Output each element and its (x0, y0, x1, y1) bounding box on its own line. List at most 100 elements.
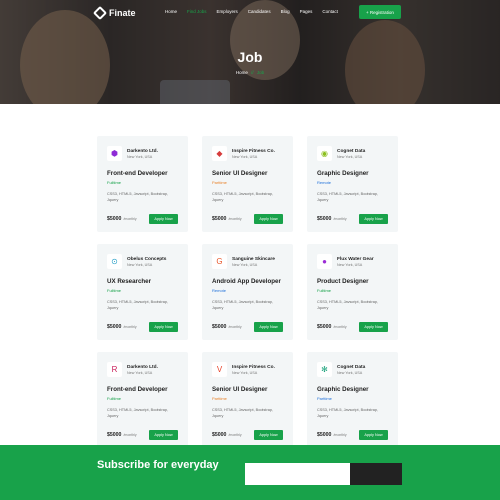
company-logo: ⊙ (107, 254, 122, 269)
card-footer: $5000/monthly Apply Now (107, 322, 178, 332)
company-logo: ⬢ (107, 146, 122, 161)
job-skills: CSS3, HTML5, Javscript, Bootstrap, Jquer… (317, 408, 378, 418)
company-name[interactable]: Obelus Concepts (127, 257, 166, 262)
card-header: ◉ Cognet Data New York, USA (317, 146, 388, 161)
job-card[interactable]: ✻ Cognet Data New York, USA Graphic Desi… (307, 352, 398, 448)
job-skills: CSS3, HTML5, Javscript, Bootstrap, Jquer… (317, 192, 378, 202)
company-logo: V (212, 362, 227, 377)
job-type-badge: Fulltime (107, 180, 122, 185)
job-title[interactable]: Senior UI Designer (212, 170, 283, 177)
card-header: ◆ Inspire Fitness Co. New York, USA (212, 146, 283, 161)
apply-now-button[interactable]: Apply Now (149, 214, 178, 224)
snowflake-logo-icon: ✻ (321, 364, 328, 374)
salary-period: /monthly (123, 325, 137, 329)
card-footer: $5000/monthly Apply Now (212, 430, 283, 440)
job-type-badge: Fulltime (317, 288, 332, 293)
card-header: V Inspire Fitness Co. New York, USA (212, 362, 283, 377)
company-name[interactable]: Cognet Data (337, 149, 365, 154)
job-title[interactable]: Graphic Designer (317, 386, 388, 393)
company-name[interactable]: Inspire Fitness Co. (232, 365, 275, 370)
breadcrumb-separator: // (251, 70, 254, 75)
hexagon-logo-icon: ⬢ (111, 148, 118, 158)
company-info: Inspire Fitness Co. New York, USA (232, 149, 275, 159)
nav-item-candidates[interactable]: Candidates (248, 9, 271, 14)
company-name[interactable]: Darkento Ltd. (127, 365, 158, 370)
job-title[interactable]: Front-end Developer (107, 170, 178, 177)
card-header: G Sanguine Skincare New York, USA (212, 254, 283, 269)
circle-logo-icon: ◉ (321, 148, 328, 158)
company-info: Cognet Data New York, USA (337, 365, 365, 375)
salary-amount: $5000 (107, 216, 122, 222)
apply-now-button[interactable]: Apply Now (359, 214, 388, 224)
card-header: R Darkento Ltd. New York, USA (107, 362, 178, 377)
job-card[interactable]: ⬢ Darkento Ltd. New York, USA Front-end … (97, 136, 188, 232)
salary: $5000/monthly (107, 324, 137, 330)
apply-now-button[interactable]: Apply Now (149, 322, 178, 332)
salary-period: /monthly (123, 217, 137, 221)
nav-item-home[interactable]: Home (165, 9, 177, 14)
registration-button[interactable]: + Registration (359, 5, 401, 19)
job-title[interactable]: Front-end Developer (107, 386, 178, 393)
subscribe-button[interactable] (350, 463, 402, 485)
job-title[interactable]: UX Researcher (107, 278, 178, 285)
nav-item-contact[interactable]: Contact (322, 9, 338, 14)
nav-item-find-jobs[interactable]: Find Jobs (187, 9, 207, 14)
subscribe-email-input[interactable] (245, 463, 350, 485)
nav-item-pages[interactable]: Pages (300, 9, 313, 14)
job-title[interactable]: Graphic Designer (317, 170, 388, 177)
apply-now-button[interactable]: Apply Now (254, 214, 283, 224)
card-header: ✻ Cognet Data New York, USA (317, 362, 388, 377)
card-footer: $5000/monthly Apply Now (317, 322, 388, 332)
subscribe-title: Subscribe for everyday (97, 459, 219, 471)
salary-amount: $5000 (317, 432, 332, 438)
apply-now-button[interactable]: Apply Now (359, 430, 388, 440)
job-card[interactable]: ◉ Cognet Data New York, USA Graphic Desi… (307, 136, 398, 232)
job-type-badge: Parttime (317, 396, 332, 401)
f-letter-logo-icon: ● (322, 256, 327, 266)
salary-amount: $5000 (212, 324, 227, 330)
salary-amount: $5000 (317, 216, 332, 222)
job-title[interactable]: Android App Developer (212, 278, 283, 285)
site-logo[interactable]: Finate (92, 5, 136, 21)
logo-text: Finate (109, 8, 136, 18)
company-location: New York, USA (232, 370, 258, 375)
apply-now-button[interactable]: Apply Now (359, 322, 388, 332)
company-location: New York, USA (127, 154, 153, 159)
apply-now-button[interactable]: Apply Now (254, 322, 283, 332)
job-grid: ⬢ Darkento Ltd. New York, USA Front-end … (97, 136, 403, 448)
card-footer: $5000/monthly Apply Now (107, 430, 178, 440)
company-logo: ◉ (317, 146, 332, 161)
company-name[interactable]: Sanguine Skincare (232, 257, 275, 262)
job-card[interactable]: R Darkento Ltd. New York, USA Front-end … (97, 352, 188, 448)
job-title[interactable]: Product Designer (317, 278, 388, 285)
job-card[interactable]: ⊙ Obelus Concepts New York, USA UX Resea… (97, 244, 188, 340)
job-type-badge: Fulltime (107, 396, 122, 401)
company-name[interactable]: Inspire Fitness Co. (232, 149, 275, 154)
company-name[interactable]: Cognet Data (337, 365, 365, 370)
company-name[interactable]: Flux Water Gear (337, 257, 374, 262)
salary-period: /monthly (333, 325, 347, 329)
company-name[interactable]: Darkento Ltd. (127, 149, 158, 154)
job-skills: CSS3, HTML5, Javscript, Bootstrap, Jquer… (212, 300, 273, 310)
apply-now-button[interactable]: Apply Now (149, 430, 178, 440)
apply-now-button[interactable]: Apply Now (254, 430, 283, 440)
salary-amount: $5000 (212, 216, 227, 222)
job-type-badge: Parttime (212, 396, 227, 401)
diamond-logo-icon: ◆ (216, 148, 223, 158)
search-logo-icon: ⊙ (111, 256, 118, 266)
job-card[interactable]: ● Flux Water Gear New York, USA Product … (307, 244, 398, 340)
job-type-badge: Remote (317, 180, 332, 185)
job-card[interactable]: G Sanguine Skincare New York, USA Androi… (202, 244, 293, 340)
job-card[interactable]: V Inspire Fitness Co. New York, USA Seni… (202, 352, 293, 448)
card-header: ⊙ Obelus Concepts New York, USA (107, 254, 178, 269)
job-title[interactable]: Senior UI Designer (212, 386, 283, 393)
company-logo: G (212, 254, 227, 269)
company-location: New York, USA (232, 262, 258, 267)
nav-item-employers[interactable]: Employers (217, 9, 238, 14)
company-location: New York, USA (127, 262, 153, 267)
company-logo: ◆ (212, 146, 227, 161)
job-card[interactable]: ◆ Inspire Fitness Co. New York, USA Seni… (202, 136, 293, 232)
nav-item-blog[interactable]: Blog (281, 9, 290, 14)
salary: $5000/monthly (317, 216, 347, 222)
breadcrumb-home[interactable]: Home (236, 70, 248, 75)
